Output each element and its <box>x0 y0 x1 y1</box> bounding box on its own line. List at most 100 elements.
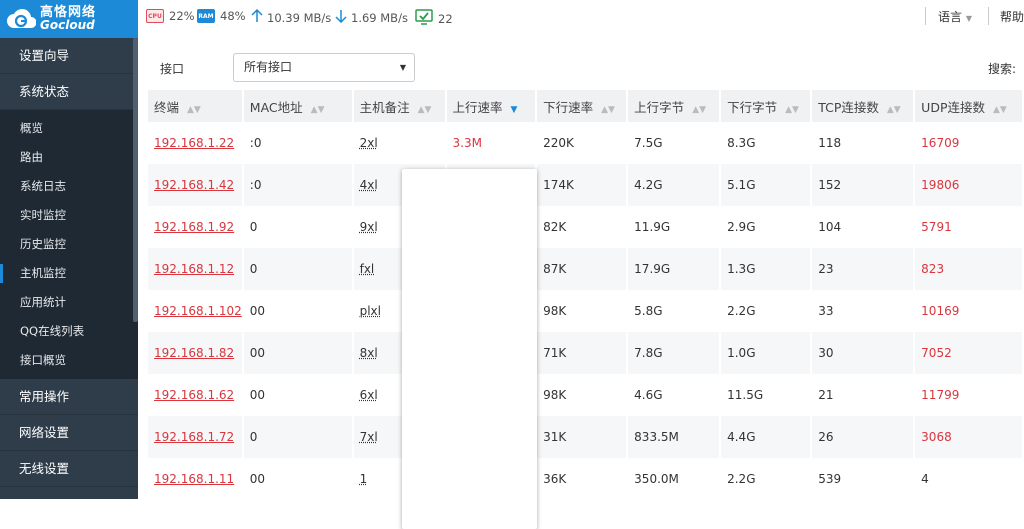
sort-desc-icon: ▼ <box>510 104 518 115</box>
mac-cell: :0 <box>244 122 354 164</box>
col-header-down-bytes[interactable]: 下行字节 ▲▼ <box>721 90 813 122</box>
sidebar-item-common-ops[interactable]: 常用操作 <box>0 379 138 415</box>
col-header-tcp[interactable]: TCP连接数 ▲▼ <box>812 90 916 122</box>
divider <box>925 7 926 25</box>
sidebar-item-route[interactable]: 路由 <box>0 143 138 172</box>
udp-count-cell: 4 <box>915 458 1024 500</box>
col-header-up-bytes[interactable]: 上行字节 ▲▼ <box>628 90 722 122</box>
down-rate-cell: 98K <box>537 290 629 332</box>
sidebar-item-wireless-settings[interactable]: 无线设置 <box>0 451 138 487</box>
tcp-count-cell: 21 <box>812 374 916 416</box>
up-bytes-cell: 7.5G <box>628 122 722 164</box>
up-bytes-cell: 4.2G <box>628 164 722 206</box>
caret-down-icon: ▼ <box>399 63 406 72</box>
sidebar-item-overview[interactable]: 概览 <box>0 114 138 143</box>
host-note-cell[interactable]: 2xl <box>354 122 447 164</box>
cloud-logo-icon <box>6 6 37 32</box>
cpu-icon: CPU <box>146 9 164 23</box>
table-row: 192.168.1.42:04xl2.1M174K4.2G5.1G1521980… <box>148 164 1024 206</box>
terminal-ip-link[interactable]: 192.168.1.22 <box>148 122 244 164</box>
table-row: 192.168.1.7207xl491K31K833.5M4.4G263068 <box>148 416 1024 458</box>
terminal-ip-link[interactable]: 192.168.1.12 <box>148 248 244 290</box>
down-bytes-cell: 11.5G <box>721 374 813 416</box>
terminal-ip-link[interactable]: 192.168.1.82 <box>148 332 244 374</box>
table-row: 192.168.1.1100124K36K350.0M2.2G5394 <box>148 458 1024 500</box>
terminal-ip-link[interactable]: 192.168.1.102 <box>148 290 244 332</box>
download-rate: 1.69 MB/s <box>335 9 408 26</box>
sort-icon: ▲▼ <box>417 104 432 115</box>
down-rate-cell: 82K <box>537 206 629 248</box>
terminal-ip-link[interactable]: 192.168.1.72 <box>148 416 244 458</box>
ram-icon: RAM <box>197 9 215 23</box>
col-header-up-rate[interactable]: 上行速率 ▼ <box>446 90 538 122</box>
down-rate-cell: 36K <box>537 458 629 500</box>
sidebar-item-history-monitor[interactable]: 历史监控 <box>0 230 138 259</box>
table-row: 192.168.1.82008xl669K71K7.8G1.0G307052 <box>148 332 1024 374</box>
down-bytes-cell: 4.4G <box>721 416 813 458</box>
terminal-ip-link[interactable]: 192.168.1.92 <box>148 206 244 248</box>
down-bytes-cell: 1.3G <box>721 248 813 290</box>
host-table: 终端 ▲▼ MAC地址 ▲▼ 主机备注 ▲▼ 上行速率 ▼ 下行速率 ▲▼ 上行字节 ▲▼ … <box>148 90 1024 500</box>
terminal-ip-link[interactable]: 192.168.1.11 <box>148 458 244 500</box>
sidebar-item-app-stats[interactable]: 应用统计 <box>0 288 138 317</box>
tcp-count-cell: 33 <box>812 290 916 332</box>
brand-name-en: Gocloud <box>40 18 95 32</box>
sidebar-item-system-log[interactable]: 系统日志 <box>0 172 138 201</box>
brand-logo[interactable]: 高恪网络 Gocloud <box>0 0 138 38</box>
sidebar-item-setup-wizard[interactable]: 设置向导 <box>0 38 138 74</box>
online-count: 22 <box>438 11 453 26</box>
sort-icon: ▲▼ <box>785 104 799 115</box>
sidebar-item-host-monitor[interactable]: 主机监控 <box>0 259 138 288</box>
language-menu[interactable]: 语言 ▼ <box>938 8 972 25</box>
col-header-terminal[interactable]: 终端 ▲▼ <box>148 90 244 122</box>
down-bytes-cell: 2.2G <box>721 458 813 500</box>
sort-icon: ▲▼ <box>992 104 1007 115</box>
help-link[interactable]: 帮助 <box>1000 8 1024 25</box>
up-bytes-cell: 833.5M <box>628 416 722 458</box>
tcp-count-cell: 118 <box>812 122 916 164</box>
col-header-note[interactable]: 主机备注 ▲▼ <box>353 90 447 122</box>
col-header-udp[interactable]: UDP连接数 ▲▼ <box>915 90 1024 122</box>
up-bytes-cell: 4.6G <box>628 374 722 416</box>
tcp-count-cell: 23 <box>812 248 916 290</box>
table-row: 192.168.1.9209xl1.3M82K11.9G2.9G1045791 <box>148 206 1024 248</box>
table-row: 192.168.1.10200plxl743K98K5.8G2.2G331016… <box>148 290 1024 332</box>
download-value: 1.69 MB/s <box>351 10 408 25</box>
search-label: 搜索: <box>988 62 1017 76</box>
mac-cell: 0 <box>243 416 354 458</box>
sidebar-item-system-status[interactable]: 系统状态 <box>0 74 138 110</box>
online-hosts: 22 <box>415 9 453 28</box>
sidebar-item-interface-overview[interactable]: 接口概览 <box>0 346 138 375</box>
up-bytes-cell: 5.8G <box>628 290 722 332</box>
tcp-count-cell: 26 <box>812 416 916 458</box>
chevron-down-icon: ▼ <box>965 14 972 23</box>
down-bytes-cell: 8.3G <box>721 122 813 164</box>
terminal-ip-link[interactable]: 192.168.1.42 <box>148 164 244 206</box>
down-bytes-cell: 1.0G <box>721 332 813 374</box>
language-label: 语言 <box>938 10 963 24</box>
mac-cell: 00 <box>244 458 354 500</box>
col-header-down-rate[interactable]: 下行速率 ▲▼ <box>537 90 629 122</box>
udp-count-cell: 16709 <box>915 122 1024 164</box>
sidebar-item-qq-online[interactable]: QQ在线列表 <box>0 317 138 346</box>
mac-cell: :0 <box>243 164 354 206</box>
redaction-popup <box>402 169 537 529</box>
udp-count-cell: 11799 <box>915 374 1024 416</box>
sidebar-item-network-settings[interactable]: 网络设置 <box>0 415 138 451</box>
tcp-count-cell: 104 <box>812 206 916 248</box>
down-bytes-cell: 2.2G <box>721 290 813 332</box>
terminal-ip-link[interactable]: 192.168.1.62 <box>148 374 244 416</box>
top-bar: 高恪网络 Gocloud CPU 22% RAM 48% 10.39 MB/s … <box>0 0 1024 38</box>
interface-select[interactable]: 所有接口 ▼ <box>233 53 415 82</box>
sidebar-item-realtime-monitor[interactable]: 实时监控 <box>0 201 138 230</box>
cpu-value: 22% <box>169 9 195 23</box>
interface-label: 接口 <box>160 62 185 76</box>
col-header-mac[interactable]: MAC地址 ▲▼ <box>243 90 354 122</box>
mac-cell: 00 <box>243 332 354 374</box>
table-row: 192.168.1.62006xl571K98K4.6G11.5G2111799 <box>148 374 1024 416</box>
mac-cell: 0 <box>244 206 354 248</box>
upload-rate: 10.39 MB/s <box>251 8 331 26</box>
mac-cell: 0 <box>243 248 354 290</box>
sort-icon: ▲▼ <box>310 104 325 115</box>
sort-icon: ▲▼ <box>886 104 901 115</box>
